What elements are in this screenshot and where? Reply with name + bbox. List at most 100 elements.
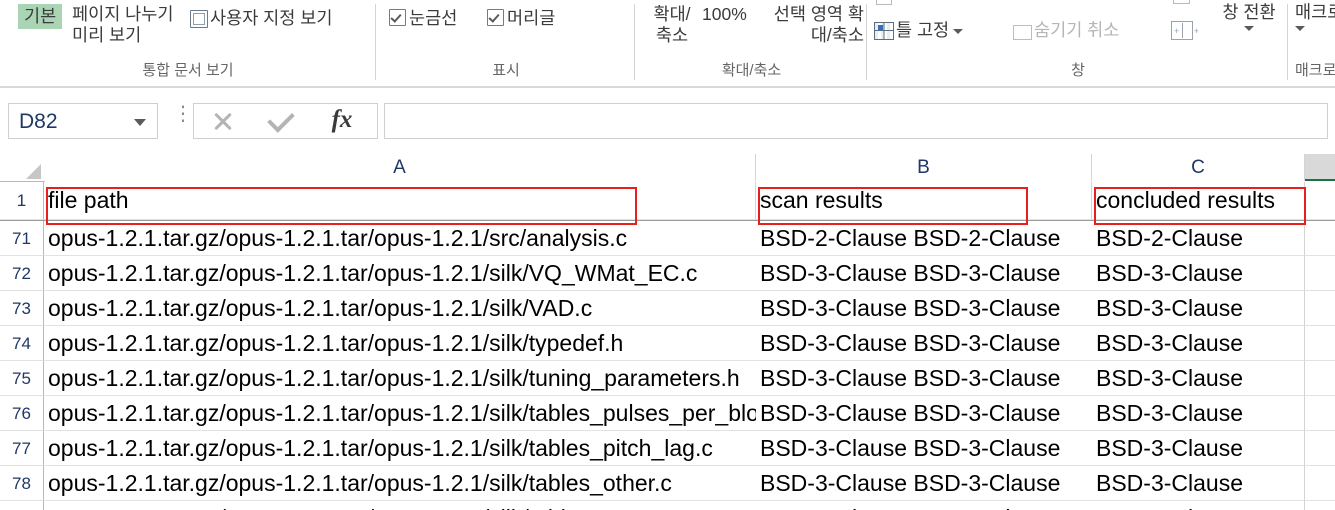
table-cell-b[interactable]: BSD-3-Clause BSD-3-Clause <box>756 361 1092 396</box>
ribbon-group-show: 눈금선 머리글 표시 <box>377 0 635 88</box>
table-cell-c[interactable]: BSD-3-Clause <box>1092 361 1305 396</box>
zoom-to-selection-button[interactable]: 선택 영역 확대/축소 <box>772 4 864 46</box>
name-box[interactable]: D82 <box>8 103 158 139</box>
table-cell-a[interactable]: opus-1.2.1.tar.gz/opus-1.2.1.tar/opus-1.… <box>44 291 756 326</box>
column-header-b[interactable]: B <box>756 154 1092 181</box>
table-cell-c[interactable]: BSD-3-Clause <box>1092 256 1305 291</box>
chevron-down-icon <box>1295 26 1305 31</box>
row-header[interactable]: 73 <box>0 291 44 326</box>
row-header[interactable]: 74 <box>0 326 44 361</box>
row-header[interactable]: 76 <box>0 396 44 431</box>
table-cell-a[interactable]: opus-1.2.1.tar.gz/opus-1.2.1.tar/opus-1.… <box>44 326 756 361</box>
ribbon-group-show-title: 표시 <box>492 62 520 79</box>
cancel-button[interactable] <box>194 104 252 138</box>
table-cell-a[interactable]: opus-1.2.1.tar.gz/opus-1.2.1.tar/opus-1.… <box>44 361 756 396</box>
row-header[interactable]: 77 <box>0 431 44 466</box>
table-cell-b[interactable]: BSD-3-Clause BSD-3-Clause <box>756 291 1092 326</box>
table-cell-b[interactable]: BSD-3-Clause BSD-3-Clause <box>756 256 1092 291</box>
cell-d1[interactable] <box>1305 182 1335 220</box>
cell-c1[interactable]: concluded results <box>1092 182 1305 220</box>
excel-window: 기본 페이지 나누기 미리 보기 사용자 지정 보기 통합 문서 보기 눈금선 … <box>0 0 1335 510</box>
table-cell-c[interactable]: BSD-3-Clause <box>1092 326 1305 361</box>
zoom-100-button[interactable]: 100% <box>702 4 747 25</box>
ribbon-group-macros-title: 매크로 <box>1295 62 1335 79</box>
ribbon-group-divider <box>866 4 867 80</box>
table-cell-d[interactable] <box>1305 291 1335 326</box>
enter-check-icon <box>267 105 295 133</box>
freeze-panes-label: 틀 고정 <box>896 20 950 40</box>
row-header[interactable]: 72 <box>0 256 44 291</box>
row-header[interactable]: 75 <box>0 361 44 396</box>
unhide-button[interactable]: 숨기기 취소 <box>1013 20 1119 41</box>
column-header-a[interactable]: A <box>44 154 756 181</box>
row-header[interactable]: 78 <box>0 466 44 501</box>
window-new-row-clipped[interactable] <box>876 0 894 7</box>
chevron-down-icon <box>1244 26 1254 31</box>
table-cell-c[interactable]: BSD-3-Clause <box>1092 466 1305 501</box>
view-side-by-side-top-icon[interactable] <box>1173 0 1192 5</box>
table-cell-c[interactable]: BSD-2-Clause <box>1092 221 1305 256</box>
table-cell-b[interactable]: BSD-3-Clause BSD-3-Clause <box>756 431 1092 466</box>
table-cell-c[interactable]: BSD-3-Clause <box>1092 501 1305 510</box>
table-cell-a[interactable]: opus-1.2.1.tar.gz/opus-1.2.1.tar/opus-1.… <box>44 396 756 431</box>
insert-function-button[interactable]: fx <box>313 104 371 138</box>
view-custom-views-label: 사용자 지정 보기 <box>210 8 333 28</box>
switch-windows-button[interactable]: 창 전환 <box>1213 2 1285 31</box>
table-cell-d[interactable] <box>1305 431 1335 466</box>
table-cell-c[interactable]: BSD-3-Clause <box>1092 431 1305 466</box>
worksheet-grid[interactable]: A B C 1 file path scan results concluded… <box>0 154 1335 510</box>
column-header-c[interactable]: C <box>1092 154 1305 181</box>
select-all-corner[interactable] <box>0 154 45 182</box>
table-cell-a[interactable]: opus-1.2.1.tar.gz/opus-1.2.1.tar/opus-1.… <box>44 221 756 256</box>
table-cell-d[interactable] <box>1305 326 1335 361</box>
ribbon-group-window-title: 창 <box>1071 62 1085 79</box>
table-cell-d[interactable] <box>1305 466 1335 501</box>
row-header[interactable]: 71 <box>0 221 44 256</box>
table-cell-d[interactable] <box>1305 221 1335 256</box>
cancel-x-icon <box>212 110 234 132</box>
custom-view-icon <box>190 10 208 28</box>
show-headings-checkbox[interactable]: 머리글 <box>487 8 555 29</box>
table-cell-b[interactable]: BSD-3-Clause BSD-3-Clause <box>756 501 1092 510</box>
formula-bar: D82 ⋮ fx <box>0 90 1335 152</box>
ribbon-view-tab: 기본 페이지 나누기 미리 보기 사용자 지정 보기 통합 문서 보기 눈금선 … <box>0 0 1335 88</box>
show-headings-label: 머리글 <box>507 8 556 28</box>
table-cell-a[interactable]: opus-1.2.1.tar.gz/opus-1.2.1.tar/opus-1.… <box>44 501 756 510</box>
table-cell-d[interactable] <box>1305 501 1335 510</box>
table-cell-a[interactable]: opus-1.2.1.tar.gz/opus-1.2.1.tar/opus-1.… <box>44 466 756 501</box>
cell-b1[interactable]: scan results <box>756 182 1092 220</box>
table-cell-b[interactable]: BSD-3-Clause BSD-3-Clause <box>756 466 1092 501</box>
column-header-d-selected[interactable] <box>1305 154 1335 181</box>
table-cell-b[interactable]: BSD-3-Clause BSD-3-Clause <box>756 396 1092 431</box>
view-custom-views-button[interactable]: 사용자 지정 보기 <box>190 8 332 29</box>
view-side-by-side-button[interactable] <box>1171 20 1205 42</box>
view-page-break-preview-button[interactable]: 페이지 나누기 미리 보기 <box>72 4 182 46</box>
table-cell-d[interactable] <box>1305 256 1335 291</box>
freeze-panes-button[interactable]: 틀 고정 <box>874 20 964 41</box>
table-cell-a[interactable]: opus-1.2.1.tar.gz/opus-1.2.1.tar/opus-1.… <box>44 256 756 291</box>
table-cell-b[interactable]: BSD-3-Clause BSD-3-Clause <box>756 326 1092 361</box>
enter-button[interactable] <box>252 104 310 138</box>
show-gridlines-label: 눈금선 <box>409 8 458 28</box>
row-header-1[interactable]: 1 <box>0 182 44 220</box>
name-box-resize-handle[interactable]: ⋮ <box>173 104 193 132</box>
macros-button[interactable]: 매크로 <box>1295 2 1335 31</box>
table-cell-d[interactable] <box>1305 361 1335 396</box>
table-cell-b[interactable]: BSD-2-Clause BSD-2-Clause <box>756 221 1092 256</box>
table-cell-d[interactable] <box>1305 396 1335 431</box>
cell-a1[interactable]: file path <box>44 182 756 220</box>
ribbon-group-divider <box>1287 4 1288 80</box>
table-cell-c[interactable]: BSD-3-Clause <box>1092 396 1305 431</box>
ribbon-group-zoom-title: 확대/축소 <box>721 62 782 79</box>
view-normal-button[interactable]: 기본 <box>18 4 63 29</box>
show-gridlines-checkbox[interactable]: 눈금선 <box>389 8 457 29</box>
zoom-dialog-button[interactable]: 확대/ 축소 <box>645 4 699 46</box>
formula-input[interactable] <box>384 103 1328 139</box>
chevron-down-icon[interactable] <box>134 119 146 126</box>
table-cell-a[interactable]: opus-1.2.1.tar.gz/opus-1.2.1.tar/opus-1.… <box>44 431 756 466</box>
row-header[interactable]: 79 <box>0 501 44 510</box>
macros-label: 매크로 <box>1295 2 1335 22</box>
switch-windows-label: 창 전환 <box>1222 2 1276 22</box>
checkbox-checked-icon <box>389 9 406 26</box>
table-cell-c[interactable]: BSD-3-Clause <box>1092 291 1305 326</box>
